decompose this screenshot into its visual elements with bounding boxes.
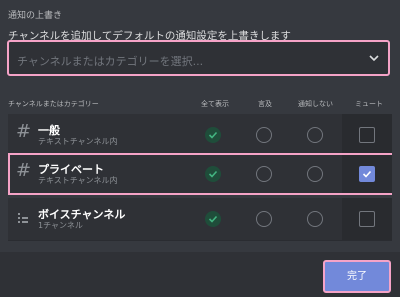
mute-checkbox[interactable] [359, 166, 375, 182]
override-row: ボイスチャンネル 1チャンネル [8, 198, 392, 240]
mute-cell [342, 114, 392, 156]
radio-nothing[interactable] [307, 166, 323, 182]
radio-all[interactable] [205, 211, 221, 227]
check-icon [362, 170, 372, 178]
channel-subtitle: テキストチャンネル内 [38, 176, 118, 185]
radio-nothing[interactable] [307, 127, 323, 143]
section-title: 通知の上書き [8, 11, 63, 21]
check-icon [208, 170, 218, 178]
column-header-channel: チャンネルまたはカテゴリー [8, 100, 99, 108]
radio-all[interactable] [205, 166, 221, 182]
channel-subtitle: 1チャンネル [38, 221, 83, 230]
check-icon [208, 215, 218, 223]
radio-all[interactable] [205, 127, 221, 143]
mute-checkbox[interactable] [359, 211, 375, 227]
radio-mentions[interactable] [256, 127, 272, 143]
radio-nothing[interactable] [307, 211, 323, 227]
chevron-down-icon [369, 55, 379, 62]
divider [8, 240, 392, 241]
override-row: # 一般 テキストチャンネル内 [8, 114, 392, 156]
check-icon [208, 131, 218, 139]
hash-icon: # [16, 121, 32, 142]
override-row: # プライベート テキストチャンネル内 [8, 153, 392, 195]
done-button[interactable]: 完了 [323, 260, 391, 293]
select-placeholder: チャンネルまたはカテゴリーを選択... [17, 55, 204, 68]
channel-category-select[interactable]: チャンネルまたはカテゴリーを選択... [7, 40, 390, 76]
channel-subtitle: テキストチャンネル内 [38, 137, 118, 146]
column-header-nothing: 通知しない [298, 100, 333, 108]
column-header-mentions: 言及 [258, 100, 272, 108]
voice-category-icon [18, 213, 28, 223]
column-header-all: 全て表示 [201, 100, 229, 108]
column-header-mute: ミュート [355, 100, 383, 108]
hash-icon: # [16, 160, 32, 181]
mute-cell [342, 198, 392, 240]
radio-mentions[interactable] [256, 211, 272, 227]
mute-cell [342, 155, 392, 193]
radio-mentions[interactable] [256, 166, 272, 182]
mute-checkbox[interactable] [359, 127, 375, 143]
